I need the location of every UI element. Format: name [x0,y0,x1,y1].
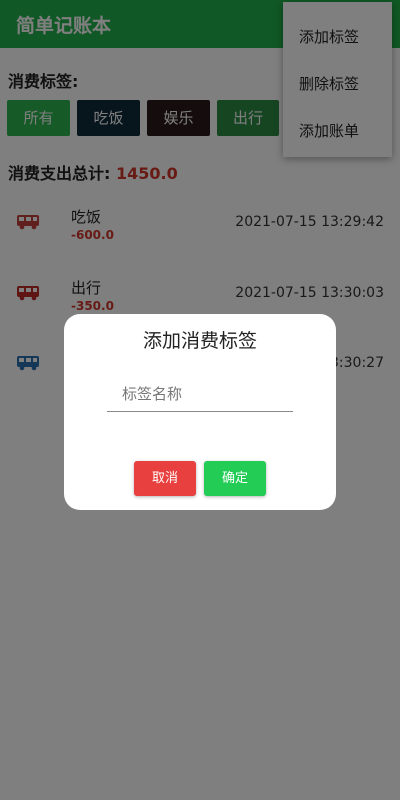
dialog-title: 添加消费标签 [142,330,257,352]
confirm-button[interactable]: 确定 [204,461,266,496]
tag-name-input[interactable] [107,376,293,412]
cancel-button[interactable]: 取消 [134,461,196,496]
add-tag-dialog: 添加消费标签 取消 确定 [64,314,336,510]
